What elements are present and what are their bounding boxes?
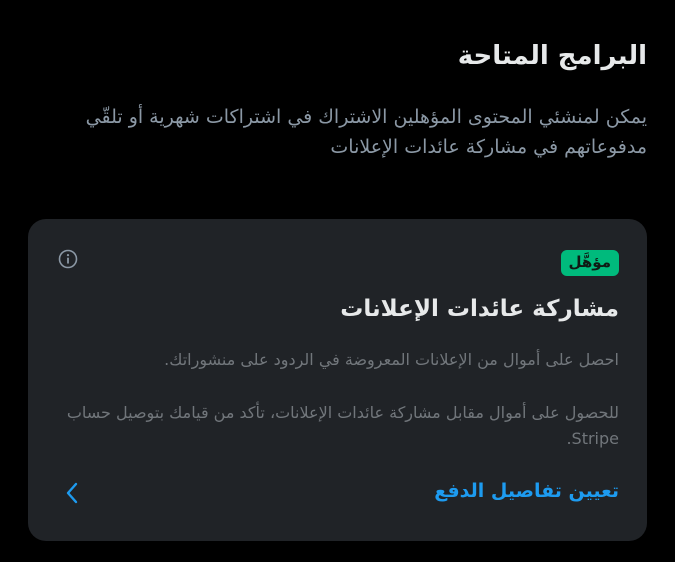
eligible-badge: مؤهَّل [560,250,619,276]
section-title: البرامج المتاحة [457,41,647,71]
section-description: يمكن لمنشئي المحتوى المؤهلين الاشتراك في… [85,106,647,158]
card-title: مشاركة عائدات الإعلانات [340,296,619,322]
monetization-page: البرامج المتاحة يمكن لمنشئي المحتوى المؤ… [0,0,675,562]
set-payment-details-link[interactable]: تعيين تفاصيل الدفع [434,479,619,504]
info-icon[interactable] [58,249,78,269]
stripe-requirement-text: للحصول على أموال مقابل مشاركة عائدات الإ… [66,403,619,448]
ads-revenue-card: مؤهَّل مشاركة عائدات الإعلانات احصل على … [28,219,647,541]
card-description: احصل على أموال من الإعلانات المعروضة في … [164,350,619,369]
chevron-left-icon[interactable] [64,480,80,506]
